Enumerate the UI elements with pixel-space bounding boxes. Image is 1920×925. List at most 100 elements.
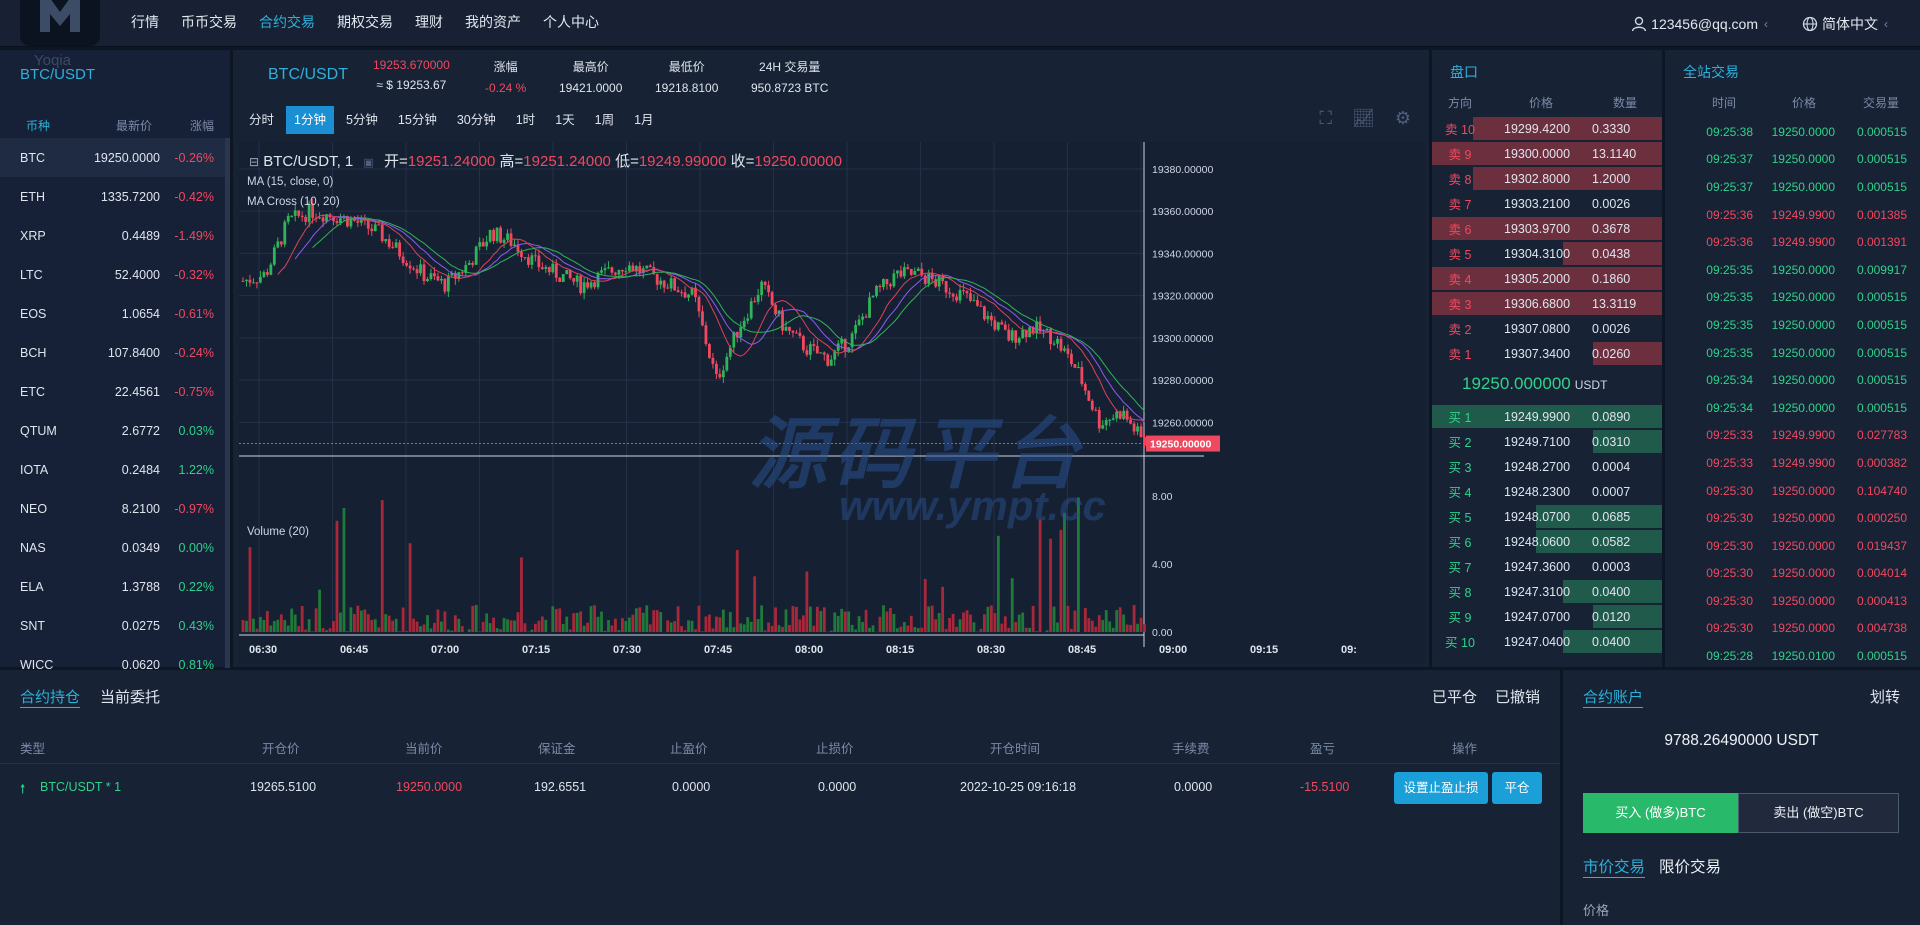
buy-order-row[interactable]: 买 1 19249.9900 0.0890 — [1432, 404, 1662, 429]
sell-order-row[interactable]: 卖 1 19307.3400 0.0260 — [1432, 341, 1662, 366]
price-label: 价格 — [1583, 903, 1610, 918]
tab-cancelled[interactable]: 已撤销 — [1495, 686, 1540, 707]
interval-6[interactable]: 1天 — [547, 106, 582, 134]
sell-order-row[interactable]: 卖 3 19306.6800 13.3119 — [1432, 291, 1662, 316]
logo[interactable] — [20, 0, 100, 46]
market-row-qtum[interactable]: QTUM 2.6772 0.03% — [0, 411, 230, 450]
market-row-eos[interactable]: EOS 1.0654 -0.61% — [0, 294, 230, 333]
buy-order-row[interactable]: 买 9 19247.0700 0.0120 — [1432, 604, 1662, 629]
current-price: 19253.670000 — [373, 58, 450, 72]
volume-bar — [565, 616, 569, 632]
market-row-neo[interactable]: NEO 8.2100 -0.97% — [0, 489, 230, 528]
volume-bar — [864, 609, 868, 632]
interval-1[interactable]: 1分钟 — [286, 106, 334, 134]
candle — [770, 292, 774, 305]
market-scrollbar[interactable] — [225, 138, 230, 668]
buy-order-row[interactable]: 买 8 19247.3100 0.0400 — [1432, 579, 1662, 604]
buy-long-button[interactable]: 买入 (做多)BTC — [1583, 793, 1738, 833]
chart-area[interactable]: 19380.00000 19360.00000 19340.00000 19320.0… — [239, 142, 1425, 664]
tab-open-orders[interactable]: 当前委托 — [100, 686, 160, 707]
candle — [1136, 426, 1139, 432]
coin-symbol: XRP — [20, 228, 46, 243]
candle — [749, 301, 753, 319]
buy-order-row[interactable]: 买 3 19248.2700 0.0004 — [1432, 454, 1662, 479]
coin-price: 0.0349 — [121, 540, 160, 555]
positions-header: 类型 开仓价 当前价 保证金 止盈价 止损价 开仓时间 手续费 盈亏 操作 — [0, 738, 1560, 764]
market-row-bch[interactable]: BCH 107.8400 -0.24% — [0, 333, 230, 372]
interval-0[interactable]: 分时 — [241, 106, 282, 134]
legend-settings-icon[interactable]: ▣ — [363, 157, 373, 169]
buy-order-row[interactable]: 买 5 19248.0700 0.0685 — [1432, 504, 1662, 529]
close-position-button[interactable]: 平仓 — [1492, 772, 1542, 804]
market-row-iota[interactable]: IOTA 0.2484 1.22% — [0, 450, 230, 489]
tab-market-order[interactable]: 市价交易 — [1583, 855, 1645, 877]
interval-2[interactable]: 5分钟 — [338, 106, 386, 134]
market-row-ela[interactable]: ELA 1.3788 0.22% — [0, 567, 230, 606]
buy-order-row[interactable]: 买 6 19248.0600 0.0582 — [1432, 529, 1662, 554]
nav-item-2[interactable]: 合约交易 — [248, 0, 326, 47]
market-row-ltc[interactable]: LTC 52.4000 -0.32% — [0, 255, 230, 294]
interval-7[interactable]: 1周 — [587, 106, 622, 134]
user-menu[interactable]: 123456@qq.com ‹ — [1631, 16, 1768, 32]
sell-order-row[interactable]: 卖 5 19304.3100 0.0438 — [1432, 241, 1662, 266]
sell-order-row[interactable]: 卖 4 19305.2000 0.1860 — [1432, 266, 1662, 291]
trade-price: 19250.0000 — [1771, 483, 1835, 498]
market-row-btc[interactable]: BTC 19250.0000 -0.26% — [0, 138, 230, 177]
nav-item-3[interactable]: 期权交易 — [326, 0, 404, 47]
interval-4[interactable]: 30分钟 — [449, 106, 504, 134]
buy-order-row[interactable]: 买 2 19249.7100 0.0310 — [1432, 429, 1662, 454]
tab-positions[interactable]: 合约持仓 — [20, 686, 80, 707]
buy-order-row[interactable]: 买 4 19248.2300 0.0007 — [1432, 479, 1662, 504]
legend-collapse-icon[interactable]: ⊟ — [249, 155, 259, 169]
account-title[interactable]: 合约账户 — [1583, 686, 1643, 707]
volume-bar — [401, 607, 405, 632]
interval-5[interactable]: 1时 — [508, 106, 543, 134]
nav-item-1[interactable]: 币币交易 — [170, 0, 248, 47]
orderbook-header: 方向 价格 数量 — [1432, 94, 1662, 111]
candle — [666, 287, 670, 289]
market-row-etc[interactable]: ETC 22.4561 -0.75% — [0, 372, 230, 411]
candle — [1080, 366, 1084, 385]
sell-order-row[interactable]: 卖 10 19299.4200 0.3330 — [1432, 116, 1662, 141]
sell-short-button[interactable]: 卖出 (做空)BTC — [1738, 793, 1899, 833]
order-price: 19307.3400 — [1504, 346, 1571, 361]
sell-order-row[interactable]: 卖 6 19303.9700 0.3678 — [1432, 216, 1662, 241]
candle — [554, 263, 558, 278]
nav-item-5[interactable]: 我的资产 — [454, 0, 532, 47]
nav-item-0[interactable]: 行情 — [120, 0, 170, 47]
tab-limit-order[interactable]: 限价交易 — [1659, 855, 1721, 877]
interval-8[interactable]: 1月 — [626, 106, 661, 134]
market-row-nas[interactable]: NAS 0.0349 0.00% — [0, 528, 230, 567]
sell-order-row[interactable]: 卖 8 19302.8000 1.2000 — [1432, 166, 1662, 191]
trade-time: 09:25:30 — [1706, 483, 1753, 498]
market-row-snt[interactable]: SNT 0.0275 0.43% — [0, 606, 230, 645]
sell-order-row[interactable]: 卖 9 19300.0000 13.1140 — [1432, 141, 1662, 166]
candle — [335, 221, 339, 224]
language-menu[interactable]: 简体中文 ‹ — [1802, 14, 1888, 34]
set-tp-sl-button[interactable]: 设置止盈止损 — [1394, 772, 1488, 804]
sell-order-row[interactable]: 卖 2 19307.0800 0.0026 — [1432, 316, 1662, 341]
buy-order-row[interactable]: 买 7 19247.3600 0.0003 — [1432, 554, 1662, 579]
market-row-eth[interactable]: ETH 1335.7200 -0.42% — [0, 177, 230, 216]
volume-bar — [714, 616, 718, 632]
gear-icon[interactable]: ⚙ — [1395, 108, 1411, 129]
market-row-xrp[interactable]: XRP 0.4489 -1.49% — [0, 216, 230, 255]
price-tick-label: 19300.00000 — [1152, 333, 1213, 345]
volume-bar — [805, 571, 809, 632]
nav-item-6[interactable]: 个人中心 — [532, 0, 610, 47]
fullscreen-icon[interactable]: ⛶ — [1319, 108, 1332, 129]
nav-item-4[interactable]: 理财 — [404, 0, 454, 47]
sell-order-row[interactable]: 卖 7 19303.2100 0.0026 — [1432, 191, 1662, 216]
indicators-icon[interactable]: 📈︎ — [1352, 108, 1375, 129]
trade-row: 09:25:38 19250.0000 0.000515 — [1665, 118, 1920, 146]
interval-3[interactable]: 15分钟 — [390, 106, 445, 134]
tab-closed[interactable]: 已平仓 — [1432, 686, 1477, 707]
trade-qty: 0.000515 — [1856, 317, 1907, 332]
volume-bar — [728, 612, 732, 632]
candle — [784, 326, 788, 331]
buy-order-row[interactable]: 买 10 19247.0400 0.0400 — [1432, 629, 1662, 654]
volume-bar — [370, 619, 374, 632]
candle — [1070, 353, 1073, 365]
transfer-button[interactable]: 划转 — [1870, 686, 1900, 707]
volume-bar — [561, 623, 565, 632]
